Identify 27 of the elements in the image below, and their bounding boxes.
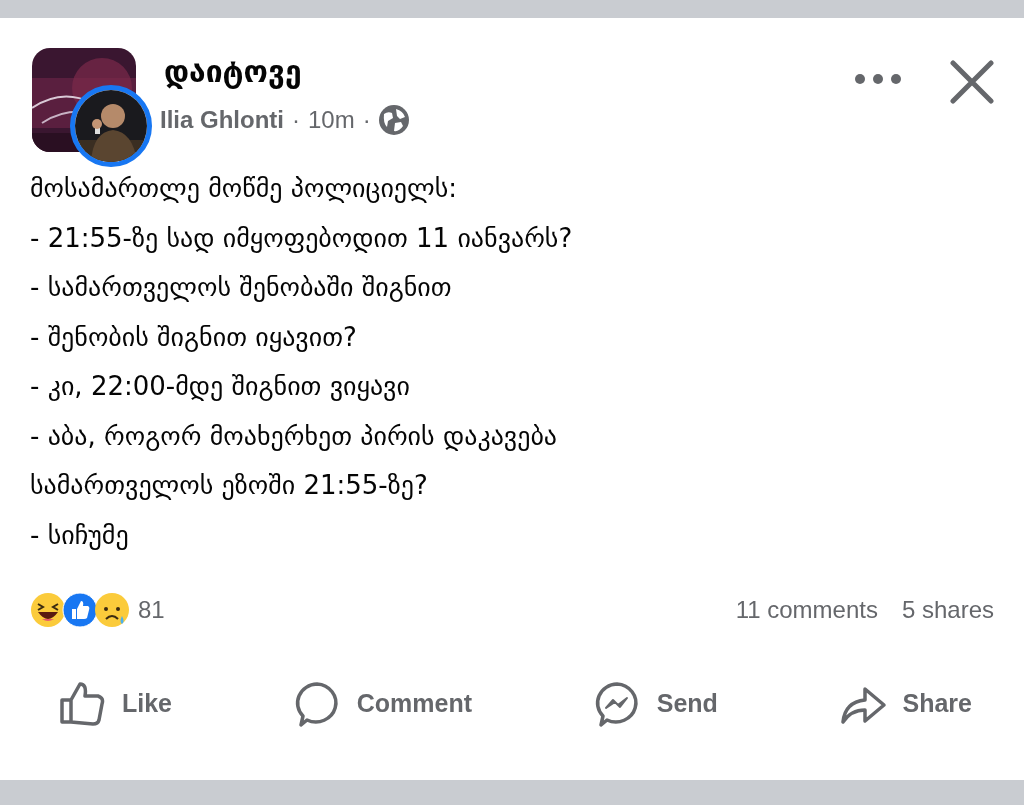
comment-button[interactable]: Comment: [284, 676, 480, 732]
post-text-line: - აბა, როგორ მოახერხეთ პირის დაკავება: [30, 419, 559, 453]
author-name[interactable]: Ilia Ghlonti: [160, 102, 284, 138]
post-text-line: სამართველოს ეზოში 21:55-ზე?: [30, 469, 429, 502]
laughing-emoji-icon[interactable]: [30, 592, 66, 628]
reaction-count[interactable]: 81: [138, 592, 165, 628]
post-time: 10m: [308, 105, 355, 135]
more-options-icon[interactable]: [854, 72, 902, 86]
post-text-line: - შენობის შიგნით იყავით?: [30, 320, 358, 354]
sad-emoji-icon[interactable]: [94, 592, 130, 628]
globe-icon: [378, 105, 409, 135]
separator-dot: ·: [292, 105, 300, 135]
share-count[interactable]: 5 shares: [901, 592, 994, 628]
post-text-line: - 21:55-ზე სად იმყოფებოდით 11 იანვარს?: [30, 221, 574, 255]
like-button[interactable]: Like: [50, 676, 181, 732]
page-name[interactable]: დაიტოვე: [164, 54, 854, 90]
post-text-line: - კი, 22:00-მდე შიგნით ვიყავი: [30, 370, 411, 403]
close-icon[interactable]: [950, 60, 994, 104]
post-text-line: მოსამართლე მოწმე პოლიციელს:: [30, 172, 459, 205]
like-icon: [58, 680, 106, 728]
thumbs-up-icon[interactable]: [62, 592, 98, 628]
send-button[interactable]: Send: [584, 676, 726, 732]
post-text-line: - სიჩუმე: [30, 518, 130, 552]
comment-count[interactable]: 11 comments: [735, 592, 878, 628]
separator-dot: ·: [362, 105, 371, 135]
share-button[interactable]: Share: [830, 676, 980, 732]
post-text-line: - სამართველოს შენობაში შიგნით: [30, 271, 453, 304]
